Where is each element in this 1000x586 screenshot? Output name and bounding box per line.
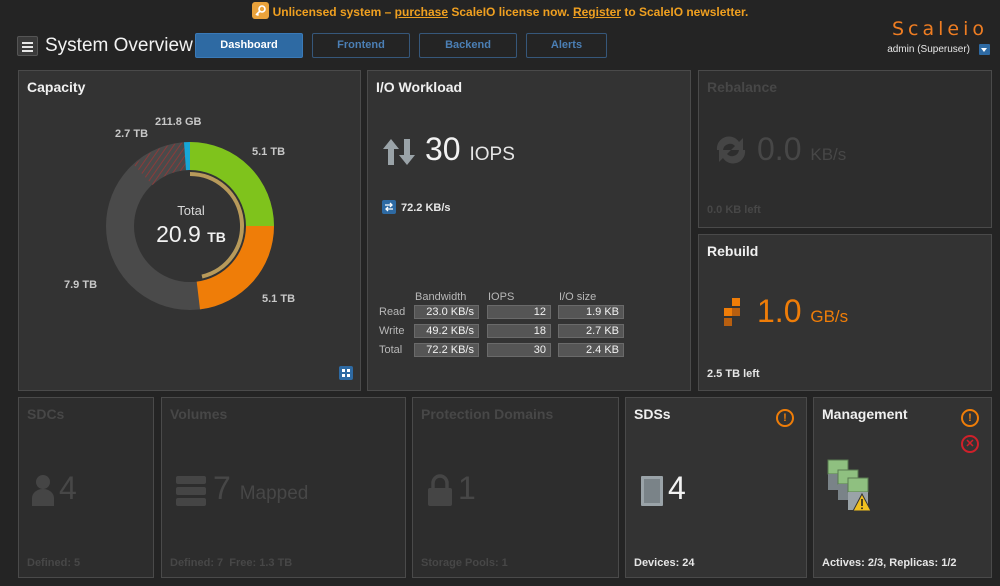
lock-icon — [428, 474, 452, 506]
capacity-label-green: 5.1 TB — [252, 146, 286, 158]
sdcs-value: 4 — [59, 470, 77, 506]
rebuild-icon — [724, 298, 740, 326]
sdss-title: SDSs — [634, 406, 671, 422]
capacity-panel: Capacity 211.8 GB 2.7 TB 5.1 TB 5.1 TB 7… — [18, 70, 361, 391]
management-error-icon[interactable]: ✕ — [961, 435, 979, 453]
scaleio-logo: Scaleio — [891, 18, 988, 40]
io-read-size: 1.9 KB — [558, 305, 624, 319]
protection-domains-value: 1 — [458, 470, 476, 506]
volumes-count: 7 Mapped — [213, 470, 308, 507]
bandwidth-icon — [382, 200, 396, 214]
io-col-size: I/O size — [559, 291, 597, 303]
user-dropdown-icon[interactable] — [979, 44, 990, 55]
tab-dashboard[interactable]: Dashboard — [195, 33, 303, 58]
iops-display: 30 IOPS — [425, 131, 515, 168]
tab-frontend[interactable]: Frontend — [312, 33, 410, 58]
io-title: I/O Workload — [376, 79, 463, 95]
capacity-label-gray: 7.9 TB — [64, 279, 98, 291]
user-icon — [32, 475, 54, 506]
io-row-read-label: Read — [379, 306, 406, 318]
sdcs-panel: SDCs 4 Defined: 5 — [18, 397, 154, 578]
io-col-bandwidth: Bandwidth — [415, 291, 467, 303]
sdss-warning-icon[interactable]: ! — [776, 409, 794, 427]
management-title: Management — [822, 406, 908, 422]
page-title: System Overview — [45, 35, 193, 56]
capacity-label-hatched: 2.7 TB — [115, 128, 149, 140]
rebalance-panel: Rebalance 0.0 KB/s 0.0 KB left — [698, 70, 992, 228]
rebalance-footer: 0.0 KB left — [707, 204, 761, 216]
protection-domains-panel: Protection Domains 1 Storage Pools: 1 — [412, 397, 619, 578]
user-menu[interactable]: admin (Superuser) — [887, 44, 970, 55]
grid-view-icon[interactable] — [339, 366, 353, 380]
key-icon — [251, 2, 269, 20]
license-banner: Unlicensed system – purchase ScaleIO lic… — [0, 0, 1000, 24]
rebalance-icon — [716, 136, 746, 164]
protection-domains-title: Protection Domains — [421, 406, 554, 422]
rebuild-title: Rebuild — [707, 243, 759, 259]
io-write-iops: 18 — [487, 324, 551, 338]
io-arrows-icon — [383, 139, 415, 165]
capacity-label-small: 211.8 GB — [155, 116, 202, 128]
io-total-iops: 30 — [487, 343, 551, 357]
rebuild-footer: 2.5 TB left — [707, 368, 760, 380]
purchase-link[interactable]: purchase — [395, 5, 448, 19]
iops-unit: IOPS — [469, 144, 515, 165]
register-link[interactable]: Register — [573, 5, 621, 19]
volumes-mapped-label: Mapped — [239, 483, 309, 504]
management-warning-icon[interactable]: ! — [961, 409, 979, 427]
volumes-title: Volumes — [170, 406, 228, 422]
menu-icon[interactable] — [17, 36, 38, 56]
banner-middle: ScaleIO license now. — [448, 5, 573, 19]
rebalance-title: Rebalance — [707, 79, 778, 95]
server-icon — [641, 476, 663, 506]
io-total-size: 2.4 KB — [558, 343, 624, 357]
management-panel: Management ! ✕ Actives: 2/3, Replicas: 1… — [813, 397, 992, 578]
io-read-bandwidth: 23.0 KB/s — [414, 305, 479, 319]
sdss-value: 4 — [668, 470, 686, 506]
rebuild-value: 1.0 — [757, 293, 802, 329]
management-footer: Actives: 2/3, Replicas: 1/2 — [822, 557, 957, 569]
io-row-total-label: Total — [379, 344, 403, 356]
mdm-cluster-icon — [827, 459, 872, 512]
io-workload-panel: I/O Workload 30 IOPS 72.2 KB/s Bandwidth… — [367, 70, 691, 391]
rebuild-unit: GB/s — [810, 307, 849, 326]
io-read-iops: 12 — [487, 305, 551, 319]
capacity-title: Capacity — [27, 79, 86, 95]
volumes-value: 7 — [213, 470, 231, 506]
sdss-footer: Devices: 24 — [634, 557, 695, 569]
sdss-panel: SDSs ! 4 Devices: 24 — [625, 397, 807, 578]
banner-suffix: to ScaleIO newsletter. — [621, 5, 749, 19]
rebuild-rate: 1.0 GB/s — [757, 293, 848, 330]
capacity-total: 20.9 TB — [136, 221, 246, 248]
io-total-bandwidth: 72.2 KB/s — [414, 343, 479, 357]
banner-prefix: Unlicensed system – — [272, 5, 395, 19]
capacity-total-value: 20.9 — [156, 221, 201, 247]
volumes-footer: Defined: 7 Free: 1.3 TB — [170, 557, 293, 569]
tab-alerts[interactable]: Alerts — [526, 33, 607, 58]
sdcs-title: SDCs — [27, 406, 65, 422]
rebalance-unit: KB/s — [810, 145, 847, 164]
rebuild-panel: Rebuild 1.0 GB/s 2.5 TB left — [698, 234, 992, 391]
sdcs-footer: Defined: 5 — [27, 557, 81, 569]
io-write-size: 2.7 KB — [558, 324, 624, 338]
volumes-panel: Volumes 7 Mapped Defined: 7 Free: 1.3 TB — [161, 397, 406, 578]
io-write-bandwidth: 49.2 KB/s — [414, 324, 479, 338]
capacity-label-orange: 5.1 TB — [262, 293, 296, 305]
volumes-icon — [176, 476, 206, 506]
capacity-total-unit: TB — [207, 229, 226, 245]
protection-domains-footer: Storage Pools: 1 — [421, 557, 508, 569]
iops-value: 30 — [425, 131, 461, 167]
tab-backend[interactable]: Backend — [419, 33, 517, 58]
io-col-iops: IOPS — [488, 291, 515, 303]
io-row-write-label: Write — [379, 325, 405, 337]
io-bandwidth: 72.2 KB/s — [401, 202, 451, 214]
rebalance-value: 0.0 — [757, 131, 802, 167]
rebalance-rate: 0.0 KB/s — [757, 131, 846, 168]
capacity-total-label: Total — [177, 203, 205, 218]
